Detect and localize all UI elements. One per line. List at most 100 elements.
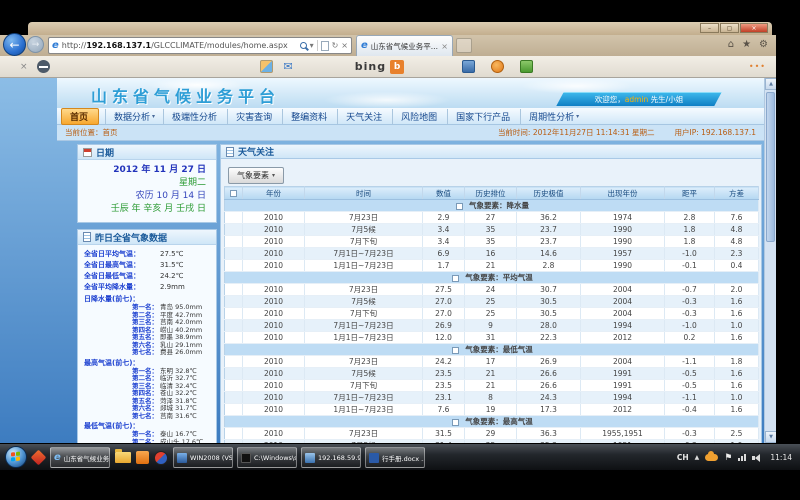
nav-item[interactable]: 周期性分析 ▾ [520, 109, 587, 124]
col-variance: 方差 [715, 187, 759, 200]
address-dropdown-icon[interactable]: ▾ [310, 41, 314, 50]
start-button[interactable] [5, 446, 27, 468]
table-row[interactable]: 20101月1日~7月23日1.721 2.81990-0.10.4 [225, 260, 759, 272]
table-row[interactable]: 20107月23日31.529 36.31955,1951-0.32.5 [225, 428, 759, 440]
home-icon[interactable]: ⌂ [728, 39, 734, 50]
section-header-row: 气象要素：降水量 [225, 200, 759, 212]
nav-item[interactable]: 首页 [61, 108, 99, 125]
section-checkbox[interactable] [456, 203, 463, 210]
tab-close-icon[interactable]: × [441, 42, 448, 51]
nav-item-label: 首页 [70, 110, 88, 123]
volume-icon[interactable] [752, 454, 760, 462]
address-bar[interactable]: e http://192.168.137.1/GLCCLIMATE/module… [48, 37, 352, 54]
url-text[interactable]: http://192.168.137.1/GLCCLIMATE/modules/… [62, 41, 297, 50]
username: admin [625, 95, 649, 104]
camera-icon[interactable] [462, 60, 475, 73]
search-icon[interactable] [300, 42, 307, 49]
section-header-row: 气象要素：最高气温 [225, 416, 759, 428]
app-icon[interactable] [491, 60, 504, 73]
filter-button-label: 气象要素 [237, 170, 269, 181]
clock[interactable]: 11:14 [770, 453, 792, 462]
table-row[interactable]: 20107月23日2.927 36.219742.87.6 [225, 212, 759, 224]
favorites-icon[interactable]: ★ [742, 39, 751, 50]
nav-item[interactable]: 灾害查询 [227, 109, 282, 124]
table-row[interactable]: 20107月5候27.025 30.52004-0.31.6 [225, 296, 759, 308]
nav-item[interactable]: 天气关注 [337, 109, 392, 124]
scroll-up-button[interactable]: ▲ [765, 78, 776, 90]
table-row[interactable]: 20107月1日~7月23日23.18 24.31994-1.11.0 [225, 392, 759, 404]
new-tab-button[interactable] [456, 38, 472, 53]
scroll-down-button[interactable]: ▼ [765, 431, 776, 443]
section-checkbox[interactable] [452, 419, 459, 426]
table-row[interactable]: 20101月1日~7月23日12.031 22.320120.21.6 [225, 332, 759, 344]
system-tray: CH ▲ ⚑ 11:14 [677, 444, 792, 471]
mail-icon[interactable]: ✉ [284, 60, 293, 73]
table-row[interactable]: 20107月下旬23.521 26.61991-0.51.6 [225, 380, 759, 392]
taskbar-task[interactable]: 行手册.docx ... [365, 447, 425, 468]
browser-tab[interactable]: e 山东省气候业务平... × [356, 35, 453, 56]
nav-item[interactable]: 极端性分析 [163, 109, 227, 124]
section-checkbox[interactable] [452, 347, 459, 354]
explorer-icon[interactable] [115, 452, 131, 463]
bing-search-icon[interactable]: b [390, 60, 404, 74]
taskbar-ie-task[interactable]: e 山东省气候业务平... [50, 447, 110, 468]
table-row[interactable]: 20107月5候23.521 26.61991-0.51.6 [225, 368, 759, 380]
table-row[interactable]: 20107月23日27.524 30.72004-0.72.0 [225, 284, 759, 296]
toolbar-close-icon[interactable]: × [20, 62, 28, 72]
settings-icon[interactable]: ⚙ [759, 39, 768, 50]
refresh-icon[interactable]: ↻ [332, 41, 339, 50]
taskbar-task[interactable]: 192.168.59.99... [301, 447, 361, 468]
minimize-button[interactable]: – [700, 23, 719, 33]
stat-label: 全省日平均气温： [84, 249, 160, 260]
nav-item[interactable]: 风险地图 [392, 109, 447, 124]
table-row[interactable]: 20107月23日24.217 26.92004-1.11.8 [225, 356, 759, 368]
stat-value: 27.5℃ [160, 249, 183, 260]
forward-button[interactable]: → [27, 36, 44, 53]
cloud-icon[interactable] [705, 454, 718, 461]
col-value: 数值 [423, 187, 465, 200]
table-row[interactable]: 20107月5候3.435 23.719901.84.8 [225, 224, 759, 236]
select-all-checkbox[interactable] [230, 190, 237, 197]
stat-row: 全省日最高气温： 31.5℃ [84, 260, 214, 271]
taskbar-task[interactable]: C:\Windows\sy... [237, 447, 297, 468]
welcome-text: 欢迎您，admin 先生/小姐 [564, 94, 714, 105]
scrollbar-thumb[interactable] [766, 92, 775, 242]
section-checkbox[interactable] [452, 275, 459, 282]
action-center-icon[interactable]: ⚑ [724, 453, 732, 463]
rank-label: 第七名： [126, 349, 158, 357]
nav-item[interactable]: 国家下行产品 [447, 109, 520, 124]
close-button[interactable]: × [740, 23, 768, 33]
date-panel-title: 日期 [96, 146, 114, 159]
nav-item-label: 灾害查询 [236, 110, 272, 123]
table-row[interactable]: 20101月1日~7月23日7.619 17.32012-0.41.6 [225, 404, 759, 416]
browser-navigation-bar: ← → e http://192.168.137.1/GLCCLIMATE/mo… [0, 35, 776, 56]
back-button[interactable]: ← [3, 33, 26, 56]
blocked-icon[interactable] [37, 60, 50, 73]
table-row[interactable]: 20107月1日~7月23日6.916 14.61957-1.02.3 [225, 248, 759, 260]
more-icon[interactable]: ••• [749, 62, 766, 71]
language-indicator[interactable]: CH [677, 453, 689, 462]
element-filter-button[interactable]: 气象要素 ▾ [228, 167, 284, 184]
table-row[interactable]: 20107月下旬27.025 30.52004-0.31.6 [225, 308, 759, 320]
tray-expand-icon[interactable]: ▲ [695, 454, 700, 461]
photos-icon[interactable] [260, 60, 273, 73]
weather-data-panel: 昨日全省气象数据 全省日平均气温： 27.5℃ [77, 229, 217, 443]
task-label: 192.168.59.99... [318, 454, 361, 462]
bing-logo[interactable]: bing b [355, 60, 404, 74]
stop-icon[interactable]: × [341, 41, 348, 50]
compatibility-view-icon[interactable] [321, 41, 329, 51]
col-rank: 历史排位 [465, 187, 517, 200]
nav-item[interactable]: 整编资料 [282, 109, 337, 124]
maximize-button[interactable]: ▢ [720, 23, 739, 33]
network-icon[interactable] [738, 454, 746, 461]
pinned-app-icon[interactable] [136, 451, 149, 464]
nav-item[interactable]: 数据分析 ▾ [105, 109, 163, 124]
table-row[interactable]: 20107月下旬3.435 23.719901.84.8 [225, 236, 759, 248]
taskbar-task[interactable]: WIN2008 (VS2... [173, 447, 233, 468]
pinned-app-icon[interactable] [154, 451, 168, 465]
chevron-down-icon: ▾ [272, 172, 275, 179]
page-scrollbar[interactable]: ▲ ▼ [764, 78, 776, 443]
pinned-app-icon[interactable] [31, 450, 47, 466]
table-row[interactable]: 20107月1日~7月23日26.99 28.01994-1.01.0 [225, 320, 759, 332]
people-icon[interactable] [520, 60, 533, 73]
